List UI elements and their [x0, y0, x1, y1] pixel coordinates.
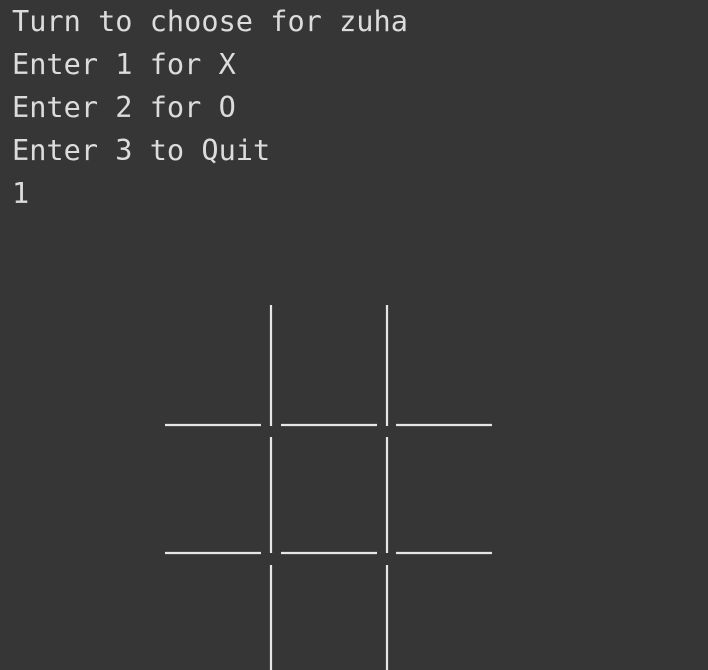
- tic-tac-toe-board: [0, 0, 708, 670]
- terminal-window: Turn to choose for zuha Enter 1 for X En…: [0, 0, 708, 670]
- board-drawing: [165, 305, 492, 670]
